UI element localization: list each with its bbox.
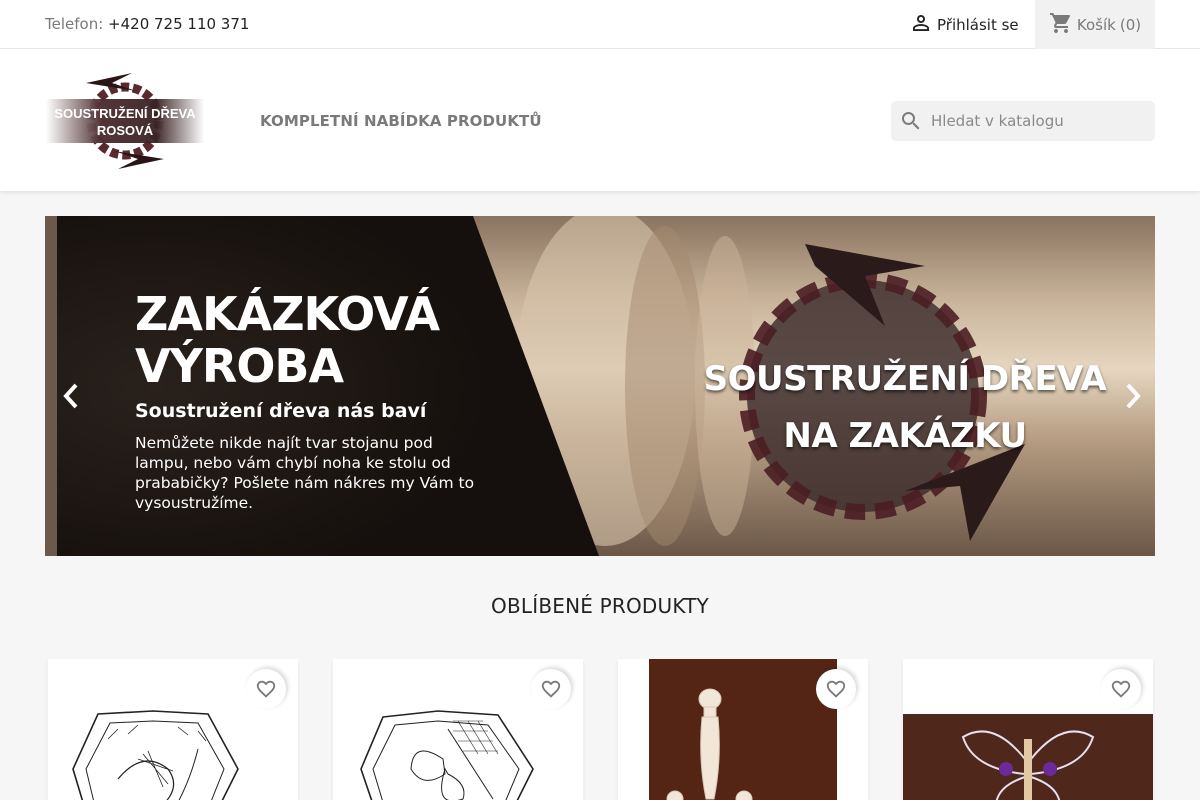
login-link[interactable]: Přihlásit se bbox=[909, 13, 1019, 37]
heart-outline-icon[interactable] bbox=[1101, 669, 1141, 709]
cart-label: Košík bbox=[1076, 15, 1116, 34]
site-header: SOUSTRUŽENÍ DŘEVA ROSOVÁ KOMPLETNÍ NABÍD… bbox=[0, 49, 1200, 191]
slide-overlay-text: SOUSTRUŽENÍ DŘEVA NA ZAKÁZKU bbox=[685, 351, 1125, 465]
slide-subtitle: Soustružení dřeva nás baví bbox=[135, 400, 427, 422]
chevron-left-icon[interactable] bbox=[59, 381, 83, 411]
featured-products-title: OBLÍBENÉ PRODUKTY bbox=[491, 594, 709, 618]
heart-outline-icon[interactable] bbox=[816, 669, 856, 709]
product-card[interactable] bbox=[48, 659, 298, 800]
phone-number[interactable]: +420 725 110 371 bbox=[108, 15, 249, 33]
nav-all-products[interactable]: KOMPLETNÍ NABÍDKA PRODUKTŮ bbox=[260, 112, 542, 130]
person-icon bbox=[909, 11, 933, 39]
cart-button[interactable]: Košík (0) bbox=[1035, 0, 1155, 49]
top-bar: Telefon: +420 725 110 371 Přihlásit se K… bbox=[0, 0, 1200, 49]
slide-title: ZAKÁZKOVÁ VÝROBA bbox=[135, 287, 440, 393]
phone-contact: Telefon: +420 725 110 371 bbox=[45, 15, 249, 33]
site-logo[interactable]: SOUSTRUŽENÍ DŘEVA ROSOVÁ bbox=[46, 71, 204, 171]
search-bar bbox=[891, 101, 1155, 141]
product-card[interactable] bbox=[903, 659, 1153, 800]
hero-slider: ZAKÁZKOVÁ VÝROBA Soustružení dřeva nás b… bbox=[45, 216, 1155, 556]
search-input[interactable] bbox=[931, 112, 1141, 130]
cart-count: (0) bbox=[1119, 15, 1142, 34]
logo-line1: SOUSTRUŽENÍ DŘEVA bbox=[54, 106, 196, 121]
overlay-line2: NA ZAKÁZKU bbox=[783, 416, 1027, 456]
overlay-line1: SOUSTRUŽENÍ DŘEVA bbox=[703, 359, 1107, 399]
search-icon[interactable] bbox=[891, 101, 931, 141]
logo-line2: ROSOVÁ bbox=[97, 123, 154, 138]
product-card[interactable] bbox=[618, 659, 868, 800]
heart-outline-icon[interactable] bbox=[246, 669, 286, 709]
login-label: Přihlásit se bbox=[937, 16, 1019, 34]
shopping-cart-icon bbox=[1049, 11, 1073, 39]
product-card[interactable] bbox=[333, 659, 583, 800]
heart-outline-icon[interactable] bbox=[531, 669, 571, 709]
chevron-right-icon[interactable] bbox=[1121, 381, 1145, 411]
phone-label: Telefon: bbox=[45, 15, 104, 33]
slide-description: Nemůžete nikde najít tvar stojanu pod la… bbox=[135, 434, 475, 512]
